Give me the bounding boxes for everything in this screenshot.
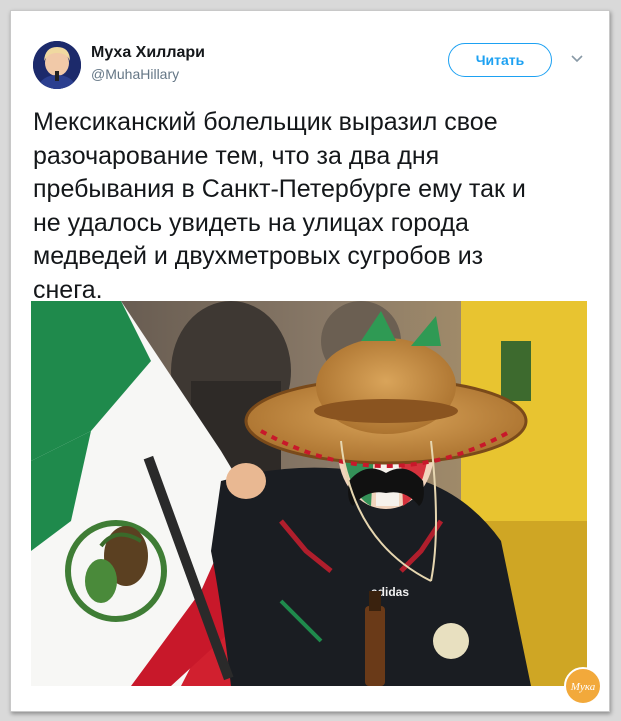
tweet-line: снега. [33,275,103,304]
logo: Мука [563,666,603,706]
tweet-card: Муха Хиллари @MuhaHillary Читать Мексика… [10,10,610,712]
watermark-text: Мука [570,681,596,693]
tweet-line: пребывания в Санкт-Петербурге ему так и [33,175,526,203]
tweet-line: не удалось увидеть на улицах города [33,208,469,237]
author-name[interactable]: Муха Хиллари [91,44,205,62]
avatar[interactable] [33,41,81,89]
tweet-text: Мексиканский болельщик выразил свое разо… [33,106,593,307]
tweet-line: медведей и двухметровых сугробов из [33,242,484,270]
tweet-line: разочарование тем, что за два дня [33,141,440,170]
follow-button[interactable]: Читать [448,43,552,77]
tweet-photo[interactable]: adidas [31,301,587,686]
chevron-down-icon[interactable] [567,51,587,67]
author-handle[interactable]: @MuhaHillary [91,66,179,82]
tweet-line: Мексиканский болельщик выразил свое [33,108,498,136]
